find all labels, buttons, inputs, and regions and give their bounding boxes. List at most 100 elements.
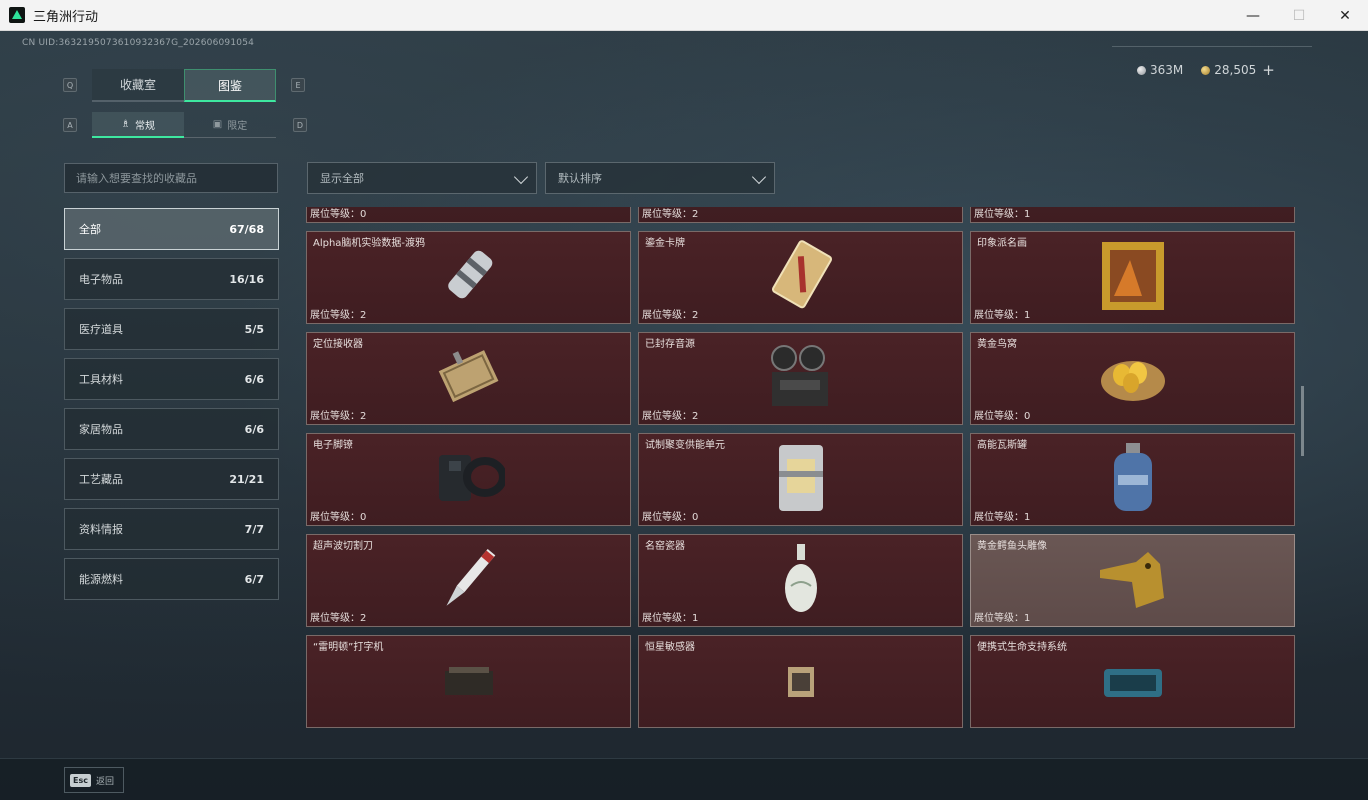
category-label: 电子物品 <box>79 273 123 286</box>
subtab-regular[interactable]: ♗ 常规 <box>92 112 184 138</box>
item-card[interactable]: 超声波切割刀 展位等级：2 <box>306 534 631 627</box>
item-display-level: 展位等级：2 <box>310 411 367 422</box>
tab-collection-room[interactable]: 收藏室 <box>92 69 184 102</box>
silver-amount: 363M <box>1150 63 1184 77</box>
filter-dropdown[interactable]: 显示全部 <box>307 162 537 194</box>
item-display-level: 展位等级：1 <box>974 613 1031 624</box>
back-button[interactable]: Esc 返回 <box>64 767 124 793</box>
chess-icon: ♗ <box>121 118 130 130</box>
category-label: 家居物品 <box>79 423 123 436</box>
gilded-card-icon <box>766 239 836 317</box>
grid-scrollbar[interactable] <box>1301 386 1304 456</box>
silver-coin-icon <box>1137 65 1146 75</box>
item-name: 印象派名画 <box>977 238 1027 249</box>
item-display-level: 展位等级：2 <box>310 310 367 321</box>
item-card[interactable]: 恒星敏感器 <box>638 635 963 728</box>
item-card[interactable]: 试制聚变供能单元 展位等级：0 <box>638 433 963 526</box>
item-card[interactable]: 电子脚镣展位等级：0 <box>306 433 631 526</box>
sort-value: 默认排序 <box>558 172 602 185</box>
item-display-level: 展位等级：1 <box>974 512 1031 523</box>
item-name: 名窑瓷器 <box>645 541 685 552</box>
maximize-button[interactable]: ☐ <box>1276 0 1322 31</box>
close-button[interactable]: ✕ <box>1322 0 1368 31</box>
gold-coin-icon <box>1201 65 1211 75</box>
item-card[interactable]: 展位等级：1 <box>970 207 1295 223</box>
item-card[interactable]: “雷明顿”打字机 <box>306 635 631 728</box>
footer-bar: Esc 返回 <box>0 758 1368 800</box>
divider <box>1112 46 1312 47</box>
category-label: 工艺藏品 <box>79 473 123 486</box>
item-card[interactable]: 定位接收器 展位等级：2 <box>306 332 631 425</box>
picture-icon: ▣ <box>212 119 223 130</box>
sort-dropdown[interactable]: 默认排序 <box>545 162 775 194</box>
main-tabs: 收藏室 图鉴 <box>92 69 276 102</box>
porcelain-vase-icon <box>781 542 821 620</box>
item-grid: 展位等级：0 展位等级：2 展位等级：1 Alpha脑机实验数据-渡鸦 展位等级：2 鎏金… <box>306 207 1295 728</box>
item-display-level: 展位等级：1 <box>974 209 1031 220</box>
item-name: 已封存音源 <box>645 339 695 350</box>
chevron-down-icon <box>513 169 529 185</box>
item-card[interactable]: 高能瓦斯罐展位等级：1 <box>970 433 1295 526</box>
item-display-level: 展位等级：2 <box>310 613 367 624</box>
category-intel[interactable]: 资料情报 7/7 <box>64 508 279 550</box>
item-name: 高能瓦斯罐 <box>977 440 1027 451</box>
key-hint-q: Q <box>63 78 77 92</box>
fusion-cell-icon <box>773 441 829 519</box>
item-card[interactable]: 展位等级：2 <box>638 207 963 223</box>
crocodile-statue-icon <box>1096 546 1170 616</box>
device-icon <box>771 207 831 209</box>
category-list: 全部 67/68 电子物品 16/16 医疗道具 5/5 工具材料 6/6 家居物品 6/… <box>64 208 279 608</box>
painting-icon <box>1100 240 1166 316</box>
item-name: “雷明顿”打字机 <box>313 642 384 653</box>
star-sensor-icon <box>776 663 826 701</box>
category-crafts[interactable]: 工艺藏品 21/21 <box>64 458 279 500</box>
typewriter-icon <box>441 665 497 699</box>
window-titlebar: 三角洲行动 — ☐ ✕ <box>0 0 1368 31</box>
key-hint-d: D <box>293 118 307 132</box>
item-card[interactable]: 鎏金卡牌 展位等级：2 <box>638 231 963 324</box>
item-display-level: 展位等级：0 <box>310 512 367 523</box>
subtab-limited-label: 限定 <box>227 121 248 132</box>
category-label: 全部 <box>79 223 101 236</box>
item-card[interactable]: 便携式生命支持系统 <box>970 635 1295 728</box>
add-currency-button[interactable]: + <box>1262 61 1275 79</box>
esc-key-hint: Esc <box>70 773 91 787</box>
item-card[interactable]: 展位等级：0 <box>306 207 631 223</box>
life-support-icon <box>1102 663 1164 701</box>
category-tools[interactable]: 工具材料 6/6 <box>64 358 279 400</box>
search-input[interactable]: 请输入想要查找的收藏品 <box>64 163 278 193</box>
item-name: 试制聚变供能单元 <box>645 440 725 451</box>
key-hint-e: E <box>291 78 305 92</box>
receiver-icon <box>434 345 504 413</box>
item-display-level: 展位等级：0 <box>974 411 1031 422</box>
key-hint-a: A <box>63 118 77 132</box>
category-all[interactable]: 全部 67/68 <box>64 208 279 250</box>
tab-catalog[interactable]: 图鉴 <box>184 69 276 102</box>
item-display-level: 展位等级：1 <box>974 310 1031 321</box>
minimize-button[interactable]: — <box>1230 0 1276 31</box>
chevron-down-icon <box>751 169 767 185</box>
category-energy[interactable]: 能源燃料 6/7 <box>64 558 279 600</box>
category-electronics[interactable]: 电子物品 16/16 <box>64 258 279 300</box>
item-name: Alpha脑机实验数据-渡鸦 <box>313 238 426 249</box>
category-medical[interactable]: 医疗道具 5/5 <box>64 308 279 350</box>
item-card[interactable]: 黄金鳄鱼头雕像 展位等级：1 <box>970 534 1295 627</box>
item-card[interactable]: 黄金鸟窝 展位等级：0 <box>970 332 1295 425</box>
item-card[interactable]: 已封存音源 展位等级：2 <box>638 332 963 425</box>
category-count: 6/7 <box>244 572 264 586</box>
category-count: 16/16 <box>229 272 264 286</box>
item-name: 电子脚镣 <box>313 440 353 451</box>
subtab-limited[interactable]: ▣ 限定 <box>184 112 276 138</box>
category-label: 医疗道具 <box>79 323 123 336</box>
game-viewport: CN UID:3632195073610932367G_202606091054… <box>0 31 1368 800</box>
category-count: 6/6 <box>244 422 264 436</box>
item-card[interactable]: 名窑瓷器 展位等级：1 <box>638 534 963 627</box>
item-card[interactable]: 印象派名画展位等级：1 <box>970 231 1295 324</box>
player-uid: CN UID:3632195073610932367G_202606091054 <box>22 38 255 48</box>
back-label: 返回 <box>95 776 114 787</box>
category-label: 能源燃料 <box>79 573 123 586</box>
category-count: 67/68 <box>229 222 264 236</box>
item-card[interactable]: Alpha脑机实验数据-渡鸦 展位等级：2 <box>306 231 631 324</box>
item-display-level: 展位等级：2 <box>642 209 699 220</box>
category-household[interactable]: 家居物品 6/6 <box>64 408 279 450</box>
